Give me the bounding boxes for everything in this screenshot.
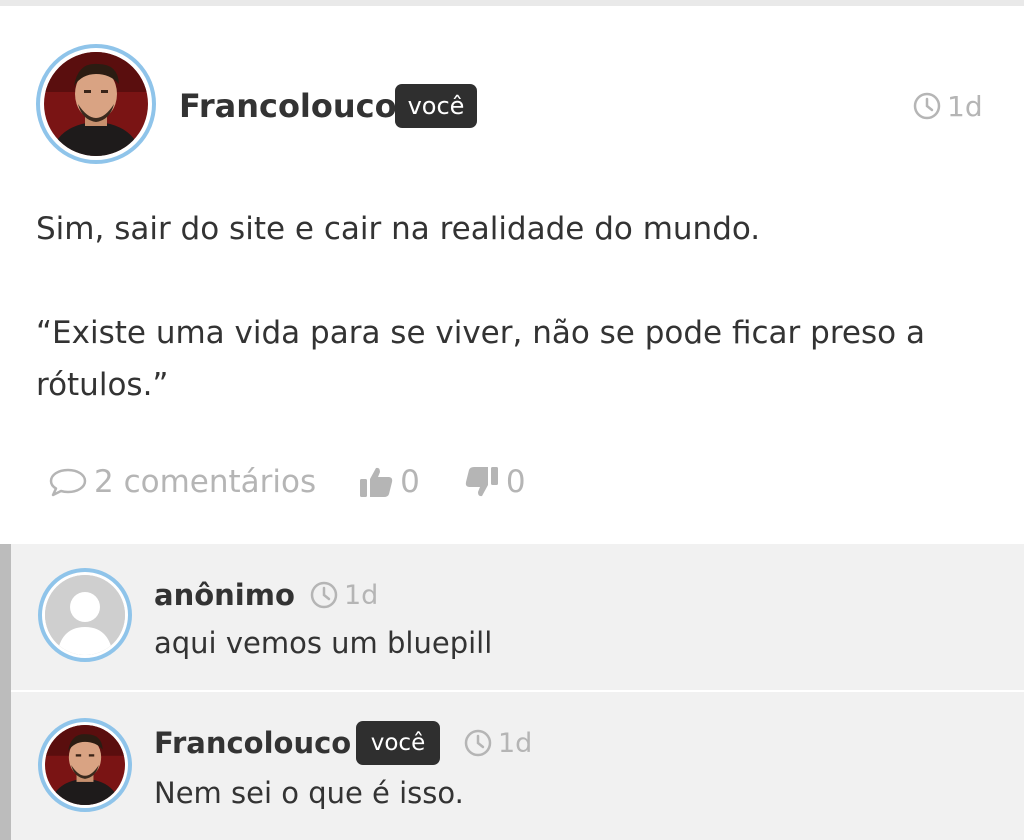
comment-time: 1d [464,726,532,760]
post-actions: 2 comentários 0 0 [48,462,526,502]
avatar-photo [45,725,125,805]
post-paragraph: “Existe uma vida para se viver, não se p… [36,315,925,403]
clock-icon [913,92,941,120]
comment-author-name[interactable]: Francolouco [154,724,351,762]
comment-divider [11,690,1024,692]
comments-count-label: 2 comentários [94,464,317,500]
post-body: Sim, sair do site e cair na realidade do… [36,203,976,411]
default-user-icon [45,575,125,655]
post-author-name[interactable]: Francolouco [179,86,397,126]
post-card: Francolouco você 1d Sim, sair do site e … [0,6,1024,544]
post-time-value: 1d [947,89,983,123]
thread-bar [0,544,11,840]
you-badge: você [395,84,477,128]
comment-avatar[interactable] [38,718,132,812]
comment-time-value: 1d [344,579,379,611]
like-count: 0 [400,464,420,500]
thumbs-down-icon [465,467,498,497]
post-time: 1d [913,88,983,124]
clock-icon [464,729,492,757]
like-button[interactable]: 0 [358,464,420,500]
comment-author-name[interactable]: anônimo [154,576,295,614]
comment-time-value: 1d [498,727,533,759]
thumbs-up-icon [360,467,393,497]
comments-section: anônimo 1d aqui vemos um bluepill Franco… [0,544,1024,840]
clock-icon [310,581,338,609]
comment-text: aqui vemos um bluepill [154,626,493,660]
avatar-photo [44,52,148,156]
comment-avatar[interactable] [38,568,132,662]
post-paragraph: Sim, sair do site e cair na realidade do… [36,211,761,247]
speech-bubble-icon [49,468,87,497]
you-badge: você [356,721,440,765]
post-author-avatar[interactable] [36,44,156,164]
dislike-button[interactable]: 0 [464,464,526,500]
dislike-count: 0 [505,464,526,500]
comments-link[interactable]: 2 comentários [48,464,316,500]
comment-text: Nem sei o que é isso. [154,776,464,810]
comment-time: 1d [310,578,378,612]
